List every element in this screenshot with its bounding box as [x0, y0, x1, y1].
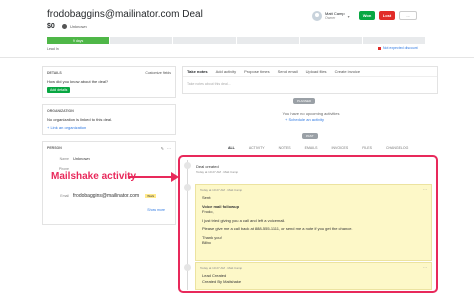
details-header: DETAILS: [47, 71, 62, 75]
link-organization-link[interactable]: + Link an organization: [47, 125, 171, 130]
past-divider: PAST: [302, 133, 318, 139]
highlight-box: [178, 155, 438, 293]
details-question: How did you know about the deal?: [47, 79, 109, 84]
deal-person-name: Unknown: [70, 24, 87, 29]
more-button[interactable]: ...: [399, 11, 417, 20]
tab-upload-files[interactable]: Upload files: [306, 69, 327, 74]
tab-add-activity[interactable]: Add activity: [216, 69, 236, 74]
owner-selector[interactable]: Matt Camp Owner ▾: [312, 11, 350, 21]
main-panel: Take notes Add activity Propose times Se…: [182, 66, 438, 94]
filter-all[interactable]: ALL: [228, 146, 235, 150]
details-card: DETAILS Customize fields How did you kno…: [42, 66, 176, 98]
person-email-row: Email frodobaggins@mailinator.com Work: [47, 193, 171, 199]
show-more-link[interactable]: Show more: [147, 208, 165, 212]
customize-fields-link[interactable]: Customize fields: [145, 71, 171, 75]
deal-title[interactable]: frodobaggins@mailinator.com Deal: [47, 9, 203, 20]
lost-reason: Not expected discount: [378, 46, 418, 50]
won-button[interactable]: Won: [359, 11, 375, 20]
organization-header: ORGANIZATION: [47, 109, 74, 113]
deal-value[interactable]: $0: [47, 23, 55, 30]
organization-card: ORGANIZATION No organization is linked t…: [42, 104, 176, 135]
pipeline-stage[interactable]: [362, 37, 426, 44]
lost-reason-text: Not expected discount: [383, 46, 418, 50]
person-name-label: Name: [59, 156, 69, 161]
annotation-label: Mailshake activity: [51, 171, 137, 182]
organization-empty: No organization is linked to this deal.: [47, 117, 113, 122]
filter-activity[interactable]: ACTIVITY: [249, 146, 265, 150]
person-email-value[interactable]: frodobaggins@mailinator.com: [73, 193, 139, 199]
avatar: [312, 11, 322, 21]
person-name-value[interactable]: Unknown: [73, 156, 90, 161]
person-card: PERSON ✎ ⋯ Name Unknown Phone Email frod…: [42, 141, 176, 225]
timeline-filters: ALL ACTIVITY NOTES EMAILS INVOICES FILES…: [228, 146, 408, 150]
flag-icon: [378, 46, 381, 50]
annotation-arrow-icon: [128, 176, 174, 178]
pipeline-stage[interactable]: [173, 37, 236, 44]
deal-header: frodobaggins@mailinator.com Deal $0 Unkn…: [0, 0, 474, 58]
composer: Take notes Add activity Propose times Se…: [182, 66, 438, 94]
email-type-badge: Work: [145, 194, 157, 198]
pipeline-stage[interactable]: [299, 37, 362, 44]
composer-tabs: Take notes Add activity Propose times Se…: [183, 67, 437, 77]
pipeline-stage-active[interactable]: 9 days: [47, 37, 110, 44]
pencil-icon[interactable]: ✎: [161, 146, 164, 151]
planned-divider: PLANNED: [293, 98, 316, 104]
filter-changelog[interactable]: CHANGELOG: [386, 146, 408, 150]
pipeline-stage[interactable]: [110, 37, 173, 44]
sidebar: DETAILS Customize fields How did you kno…: [42, 66, 176, 231]
deal-person[interactable]: Unknown: [62, 24, 87, 29]
no-activities-text: You have no upcoming activities: [282, 111, 340, 116]
add-details-button[interactable]: Add details: [47, 87, 71, 93]
person-header: PERSON: [47, 146, 62, 150]
stage-name: Lead In: [47, 47, 59, 51]
schedule-activity-link[interactable]: + Schedule an activity: [285, 117, 324, 122]
pipeline-stage[interactable]: [236, 37, 299, 44]
person-name-row: Name Unknown: [47, 156, 171, 161]
filter-notes[interactable]: NOTES: [279, 146, 291, 150]
person-email-label: Email: [60, 194, 69, 198]
tab-propose-times[interactable]: Propose times: [244, 69, 270, 74]
pipeline-stages: 9 days: [47, 37, 426, 44]
filter-invoices[interactable]: INVOICES: [331, 146, 348, 150]
owner-role: Owner: [325, 16, 336, 20]
notes-input[interactable]: Take notes about this deal...: [183, 77, 437, 91]
tab-take-notes[interactable]: Take notes: [187, 69, 208, 74]
tab-create-invoice[interactable]: Create invoice: [335, 69, 361, 74]
lost-button[interactable]: Lost: [379, 11, 395, 20]
filter-emails[interactable]: EMAILS: [305, 146, 318, 150]
filter-files[interactable]: FILES: [362, 146, 372, 150]
menu-icon[interactable]: ⋯: [167, 146, 171, 151]
tab-send-email[interactable]: Send email: [278, 69, 298, 74]
chevron-down-icon: ▾: [347, 13, 350, 19]
person-icon: [62, 24, 67, 29]
